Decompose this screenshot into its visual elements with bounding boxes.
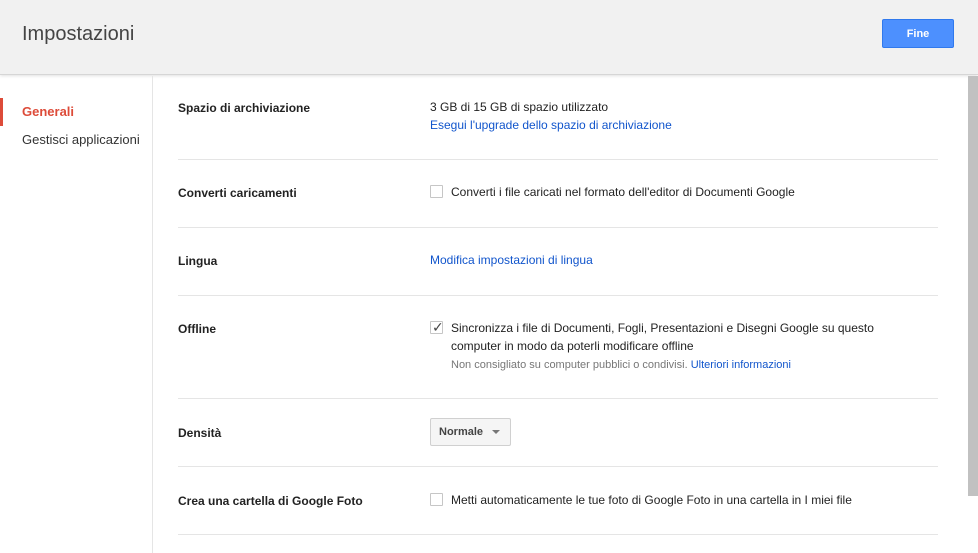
setting-row-density: Densità Normale — [178, 399, 938, 467]
convert-checkbox[interactable] — [430, 185, 443, 198]
learn-more-link[interactable]: Ulteriori informazioni — [691, 359, 791, 371]
sidebar-item-manage-apps[interactable]: Gestisci applicazioni — [0, 126, 153, 154]
done-button[interactable]: Fine — [882, 19, 954, 48]
convert-checkbox-text: Converti i file caricati nel formato del… — [451, 185, 795, 199]
checkmark-icon: ✓ — [432, 319, 444, 335]
setting-row-offline: Offline ✓ Sincronizza i file di Document… — [178, 296, 938, 399]
setting-row-language: Lingua Modifica impostazioni di lingua — [178, 228, 938, 296]
settings-sidebar: Generali Gestisci applicazioni — [0, 76, 153, 553]
convert-label: Converti caricamenti — [178, 186, 297, 200]
upgrade-storage-link[interactable]: Esegui l'upgrade dello spazio di archivi… — [430, 116, 672, 134]
language-label: Lingua — [178, 254, 218, 268]
sidebar-item-general[interactable]: Generali — [0, 98, 153, 126]
storage-usage: 3 GB di 15 GB di spazio utilizzato — [430, 100, 609, 114]
density-selected-value: Normale — [439, 426, 484, 438]
photos-checkbox[interactable] — [430, 493, 443, 506]
offline-checkbox[interactable]: ✓ — [430, 319, 444, 335]
photos-checkbox-text: Metti automaticamente le tue foto di Goo… — [451, 493, 852, 507]
density-label: Densità — [178, 426, 222, 440]
scrollbar[interactable] — [968, 76, 978, 496]
photos-label: Crea una cartella di Google Foto — [178, 494, 363, 508]
dropdown-arrow-icon — [492, 430, 501, 434]
offline-label: Offline — [178, 322, 216, 336]
offline-checkbox-text: Sincronizza i file di Documenti, Fogli, … — [451, 321, 874, 353]
storage-label: Spazio di archiviazione — [178, 101, 311, 115]
page-title: Impostazioni — [22, 23, 135, 45]
offline-hint: Non consigliato su computer pubblici o c… — [451, 359, 688, 371]
setting-row-convert: Converti caricamenti Converti i file car… — [178, 160, 938, 228]
setting-row-storage: Spazio di archiviazione 3 GB di 15 GB di… — [178, 76, 938, 160]
language-settings-link[interactable]: Modifica impostazioni di lingua — [430, 253, 593, 267]
setting-row-photos: Crea una cartella di Google Foto Metti a… — [178, 467, 938, 535]
density-dropdown[interactable]: Normale — [430, 418, 512, 446]
settings-header: Impostazioni Fine — [0, 0, 978, 75]
settings-content: Spazio di archiviazione 3 GB di 15 GB di… — [153, 76, 978, 553]
